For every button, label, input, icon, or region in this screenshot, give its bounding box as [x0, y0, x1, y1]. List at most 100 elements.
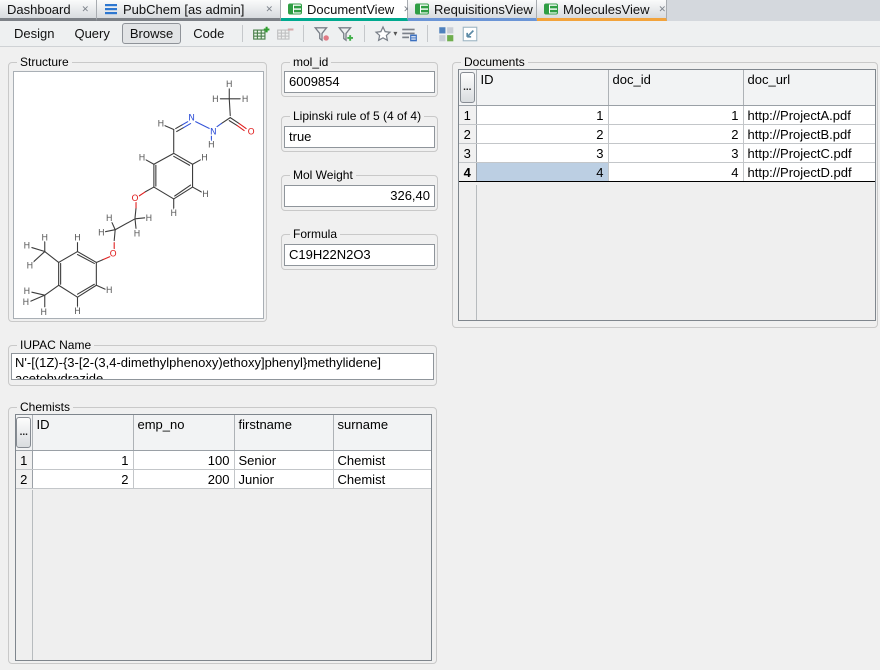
row-number[interactable]: 3 — [459, 144, 476, 163]
svg-text:H: H — [40, 308, 47, 318]
tab-label: MoleculesView — [563, 2, 649, 17]
grid-options-button[interactable]: ... — [16, 417, 31, 448]
toolbar-separator — [364, 25, 365, 42]
cell-surname[interactable]: Chemist — [333, 470, 432, 489]
table-row[interactable]: 2 2 200 Junior Chemist — [16, 470, 432, 489]
column-header-surname[interactable]: surname — [333, 415, 432, 451]
chevron-down-icon[interactable]: ▾ — [393, 29, 397, 38]
svg-text:H: H — [98, 229, 105, 239]
iupac-label: IUPAC Name — [17, 338, 94, 352]
mol-weight-field[interactable]: 326,40 — [284, 185, 435, 207]
row-number[interactable]: 2 — [16, 470, 32, 489]
tab-requisitionsview[interactable]: RequisitionsView ✕ — [408, 0, 537, 21]
toolbar-separator — [303, 25, 304, 42]
cell-doc-url[interactable]: http://ProjectD.pdf — [743, 163, 876, 182]
cell-emp-no[interactable]: 200 — [133, 470, 234, 489]
chemists-grid: ... ID emp_no firstname surname 1 1 100 … — [15, 414, 432, 661]
column-header-doc-id[interactable]: doc_id — [608, 70, 743, 106]
svg-text:H: H — [41, 234, 48, 244]
cell-doc-id[interactable]: 2 — [608, 125, 743, 144]
application-window: Dashboard ✕ PubChem [as admin] ✕ Documen… — [0, 0, 880, 670]
tab-dashboard[interactable]: Dashboard ✕ — [0, 0, 97, 21]
delete-row-icon[interactable] — [274, 24, 296, 44]
tab-label: PubChem [as admin] — [123, 2, 244, 17]
lipinski-field[interactable]: true — [284, 126, 435, 148]
row-number[interactable]: 2 — [459, 125, 476, 144]
formula-field[interactable]: C19H22N2O3 — [284, 244, 435, 266]
iupac-name-field[interactable]: N'-[(1Z)-{3-[2-(3,4-dimethylphenoxy)etho… — [11, 353, 434, 380]
cell-id[interactable]: 1 — [32, 451, 133, 470]
grid-corner-cell: ... — [16, 415, 32, 451]
column-header-doc-url[interactable]: doc_url — [743, 70, 876, 106]
iupac-line1: N'-[(1Z)-{3-[2-(3,4-dimethylphenoxy)etho… — [15, 355, 430, 371]
tab-moleculesview[interactable]: MoleculesView ✕ — [537, 0, 667, 21]
mol-weight-label: Mol Weight — [290, 168, 356, 182]
table-row[interactable]: 3 3 3 http://ProjectC.pdf — [459, 144, 876, 163]
query-mode-button[interactable]: Query — [66, 23, 117, 44]
cell-doc-url[interactable]: http://ProjectA.pdf — [743, 106, 876, 125]
column-header-id[interactable]: ID — [476, 70, 608, 106]
cell-id[interactable]: 2 — [476, 125, 608, 144]
add-row-icon[interactable] — [250, 24, 272, 44]
documents-header-row: ... ID doc_id doc_url — [459, 70, 876, 106]
row-number[interactable]: 1 — [16, 451, 32, 470]
svg-text:N: N — [188, 114, 195, 124]
lipinski-label: Lipinski rule of 5 (4 of 4) — [290, 109, 424, 123]
mol-id-field[interactable]: 6009854 — [284, 71, 435, 93]
chemists-group-label: Chemists — [17, 400, 73, 414]
svg-text:H: H — [208, 140, 215, 150]
cell-doc-id[interactable]: 4 — [608, 163, 743, 182]
svg-text:H: H — [212, 95, 219, 105]
row-number[interactable]: 4 — [459, 163, 476, 182]
grid-options-button[interactable]: ... — [460, 72, 475, 103]
molecule-structure-svg: HHH HH HHHH HH HH HHH HHH HHH NN — [14, 72, 263, 318]
favorites-star-icon[interactable] — [372, 24, 394, 44]
svg-text:H: H — [242, 95, 249, 105]
open-in-editor-icon[interactable] — [459, 24, 481, 44]
table-row[interactable]: 1 1 100 Senior Chemist — [16, 451, 432, 470]
close-icon[interactable]: ✕ — [77, 5, 89, 14]
design-mode-button[interactable]: Design — [6, 23, 62, 44]
close-icon[interactable]: ✕ — [261, 5, 273, 14]
cell-doc-id[interactable]: 1 — [608, 106, 743, 125]
cell-emp-no[interactable]: 100 — [133, 451, 234, 470]
cell-doc-url[interactable]: http://ProjectC.pdf — [743, 144, 876, 163]
row-header-gutter — [32, 490, 33, 661]
formula-label: Formula — [290, 227, 340, 241]
cell-firstname[interactable]: Senior — [234, 451, 333, 470]
layout-grid-icon[interactable] — [435, 24, 457, 44]
tab-pubchem[interactable]: PubChem [as admin] ✕ — [97, 0, 281, 21]
svg-text:O: O — [110, 250, 117, 260]
filter-save-icon[interactable] — [311, 24, 333, 44]
documents-group: Documents ... ID doc_id doc_url 1 1 1 ht… — [452, 62, 878, 328]
svg-text:H: H — [202, 190, 209, 200]
row-number[interactable]: 1 — [459, 106, 476, 125]
panel-settings-icon[interactable] — [398, 24, 420, 44]
column-header-emp-no[interactable]: emp_no — [133, 415, 234, 451]
table-row[interactable]: 2 2 2 http://ProjectB.pdf — [459, 125, 876, 144]
mol-id-group: mol_id 6009854 — [281, 62, 438, 97]
close-icon[interactable]: ✕ — [654, 5, 666, 14]
column-header-id[interactable]: ID — [32, 415, 133, 451]
cell-id[interactable]: 3 — [476, 144, 608, 163]
chemists-table: ... ID emp_no firstname surname 1 1 100 … — [16, 415, 432, 489]
svg-text:N: N — [210, 127, 217, 137]
table-row[interactable]: 1 1 1 http://ProjectA.pdf — [459, 106, 876, 125]
cell-id-selected[interactable]: 4 — [476, 163, 608, 182]
structure-group: Structure — [8, 62, 267, 322]
view-table-icon — [415, 3, 429, 15]
cell-doc-id[interactable]: 3 — [608, 144, 743, 163]
column-header-firstname[interactable]: firstname — [234, 415, 333, 451]
code-mode-button[interactable]: Code — [185, 23, 232, 44]
svg-text:H: H — [74, 234, 81, 244]
table-row-selected[interactable]: 4 4 4 http://ProjectD.pdf — [459, 163, 876, 182]
cell-doc-url[interactable]: http://ProjectB.pdf — [743, 125, 876, 144]
cell-surname[interactable]: Chemist — [333, 451, 432, 470]
tab-documentview[interactable]: DocumentView ✕ — [281, 0, 408, 21]
cell-id[interactable]: 2 — [32, 470, 133, 489]
filter-add-icon[interactable] — [335, 24, 357, 44]
chemists-header-row: ... ID emp_no firstname surname — [16, 415, 432, 451]
browse-mode-button[interactable]: Browse — [122, 23, 181, 44]
cell-id[interactable]: 1 — [476, 106, 608, 125]
cell-firstname[interactable]: Junior — [234, 470, 333, 489]
